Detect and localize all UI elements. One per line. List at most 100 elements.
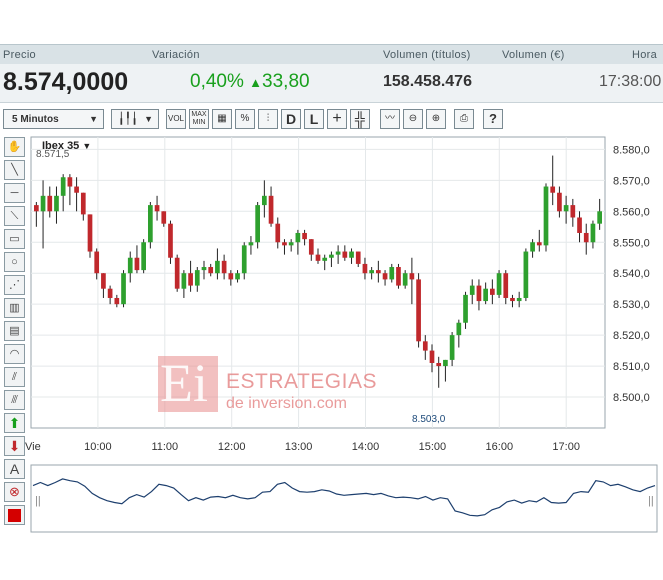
candle-body (87, 214, 93, 252)
candle-body (248, 242, 254, 246)
candle-body (315, 254, 321, 261)
candle-body (215, 260, 220, 274)
candle-body (355, 251, 361, 264)
overview-panel[interactable] (30, 464, 658, 533)
x-tick-label: 13:00 (285, 441, 313, 453)
candle-body (369, 270, 374, 274)
candle-body (228, 273, 234, 280)
candle-body (416, 279, 421, 342)
candle-body (422, 341, 428, 351)
y-tick-label: 8.580,0 (613, 144, 650, 156)
candle-body (60, 177, 66, 196)
candle-body (168, 223, 173, 258)
candle-body (262, 195, 267, 206)
candle-body (557, 192, 562, 212)
candle-body (308, 239, 314, 255)
watermark-logo-text: Ei (160, 353, 208, 413)
candle-body (436, 362, 442, 367)
candle-body (476, 285, 482, 302)
candle-body (295, 232, 301, 243)
candle-body (255, 205, 260, 243)
candle-body (496, 273, 502, 295)
candle-body (268, 195, 274, 224)
candle-body (376, 270, 381, 274)
candle-body (67, 177, 73, 187)
candle-body (194, 270, 200, 286)
y-tick-label: 8.550,0 (613, 237, 650, 249)
y-tick-label: 8.560,0 (613, 206, 650, 218)
candle-body (510, 297, 515, 302)
candle-body (503, 273, 509, 298)
x-tick-label: 11:00 (151, 441, 178, 453)
candle-body (516, 297, 522, 302)
candle-body (188, 273, 193, 286)
x-tick-label: 15:00 (419, 441, 447, 453)
candle-body (382, 273, 388, 280)
y-tick-label: 8.520,0 (613, 330, 650, 342)
candle-body (74, 186, 79, 193)
candle-body (536, 242, 542, 246)
candle-body (577, 217, 582, 233)
candle-body (349, 251, 354, 258)
candle-body (208, 267, 214, 274)
y-tick-label: 8.510,0 (613, 361, 650, 373)
candle-body (47, 195, 53, 212)
overview-left-handle[interactable]: || (35, 495, 41, 507)
chevron-down-icon: ▼ (82, 141, 91, 151)
candle-body (174, 257, 180, 289)
candle-body (181, 273, 187, 289)
candle-body (543, 186, 549, 246)
candle-body (114, 297, 120, 305)
candle-body (34, 205, 39, 212)
candle-body (121, 273, 126, 305)
watermark-line1: ESTRATEGIAS (226, 370, 377, 393)
y-tick-label: 8.540,0 (613, 268, 650, 280)
candle-body (154, 205, 160, 212)
candle-body (80, 192, 86, 215)
x-tick-label: 10:00 (84, 441, 112, 453)
candle-body (469, 285, 475, 295)
x-tick-label: Vie (25, 441, 41, 453)
candle-body (141, 242, 146, 271)
overview-right-handle[interactable]: || (648, 495, 654, 507)
candle-body (335, 251, 341, 255)
candle-body (288, 242, 294, 246)
y-tick-label: 8.530,0 (613, 299, 650, 311)
candle-body (523, 251, 529, 298)
candle-body (590, 223, 596, 243)
chart-svg: 8.580,0 8.570,0 8.560,0 8.550,0 8.540,0 8.530… (25, 136, 658, 533)
candle-body (443, 359, 448, 367)
x-tick-label: 14:00 (352, 441, 380, 453)
candle-body (570, 205, 576, 218)
x-tick-label: 16:00 (486, 441, 514, 453)
candle-body (389, 267, 395, 280)
y-tick-label: 8.570,0 (613, 175, 650, 187)
candle-body (221, 260, 227, 274)
max-value-label: 8.571,5 (36, 149, 70, 160)
min-value-label: 8.503,0 (412, 414, 446, 425)
candle-body (563, 205, 569, 212)
candle-body (302, 232, 307, 240)
candle-body (282, 242, 287, 246)
candle-body (396, 267, 401, 286)
candle-body (490, 288, 495, 295)
candle-body (597, 211, 602, 224)
candle-body (241, 245, 247, 274)
candle-body (235, 273, 240, 280)
candle-body (40, 195, 46, 212)
candle-body (456, 322, 462, 336)
candle-body (583, 232, 589, 243)
candle-body (322, 257, 328, 261)
candle-body (449, 335, 455, 360)
candle-body (362, 263, 368, 274)
candle-body (101, 273, 106, 289)
candle-body (329, 254, 334, 258)
x-tick-label: 12:00 (218, 441, 246, 453)
candle-body (94, 251, 100, 274)
candle-body (550, 186, 556, 193)
candle-body (429, 350, 435, 363)
candle-body (402, 273, 408, 286)
candle-body (409, 273, 415, 280)
y-tick-label: 8.500,0 (613, 392, 650, 404)
candle-body (161, 211, 167, 224)
